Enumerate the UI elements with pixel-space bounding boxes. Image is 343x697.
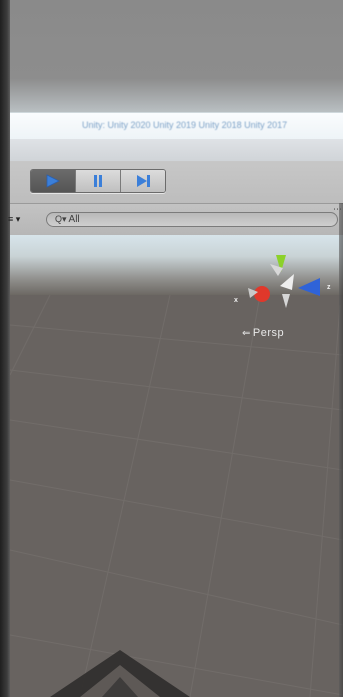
neg-y-cone[interactable]: [282, 294, 290, 308]
playmode-controls: [30, 169, 166, 193]
z-axis-label: z: [327, 284, 331, 291]
play-icon: [46, 174, 60, 188]
scene-ground-grid[interactable]: [10, 295, 343, 697]
origin-marker: [50, 650, 190, 697]
draw-mode-dropdown[interactable]: ≡ ▾: [8, 214, 20, 225]
pause-icon: [94, 175, 102, 187]
x-axis-cone[interactable]: [254, 286, 270, 302]
notification-bar: Unity: Unity 2020 Unity 2019 Unity 2018 …: [10, 112, 343, 140]
projection-label: Persp: [252, 327, 285, 339]
toolbar: [10, 161, 343, 203]
hierarchy-search-field[interactable]: Q▾ All: [46, 212, 338, 227]
z-axis-cone[interactable]: [298, 278, 320, 296]
menu-band: [10, 139, 343, 161]
x-axis-label: x: [234, 297, 238, 304]
notification-text: Unity: Unity 2020 Unity 2019 Unity 2018 …: [82, 120, 288, 130]
center-cube[interactable]: [280, 274, 294, 290]
editor-background: [10, 0, 343, 112]
adjacent-panel-edge: [0, 0, 10, 697]
scrollbar-edge: [339, 203, 343, 697]
scene-orientation-gizmo[interactable]: [238, 250, 328, 320]
perspective-icon: ⇐: [242, 328, 251, 339]
search-value: All: [68, 214, 80, 225]
search-icon: Q▾: [55, 214, 67, 224]
scene-view-header: ⋯ ≡ ▾ Q▾ All: [8, 203, 343, 236]
step-icon: [137, 175, 150, 187]
play-button[interactable]: [31, 170, 76, 192]
step-button[interactable]: [121, 170, 165, 192]
projection-toggle[interactable]: ⇐ Persp: [242, 327, 284, 339]
pause-button[interactable]: [76, 170, 121, 192]
